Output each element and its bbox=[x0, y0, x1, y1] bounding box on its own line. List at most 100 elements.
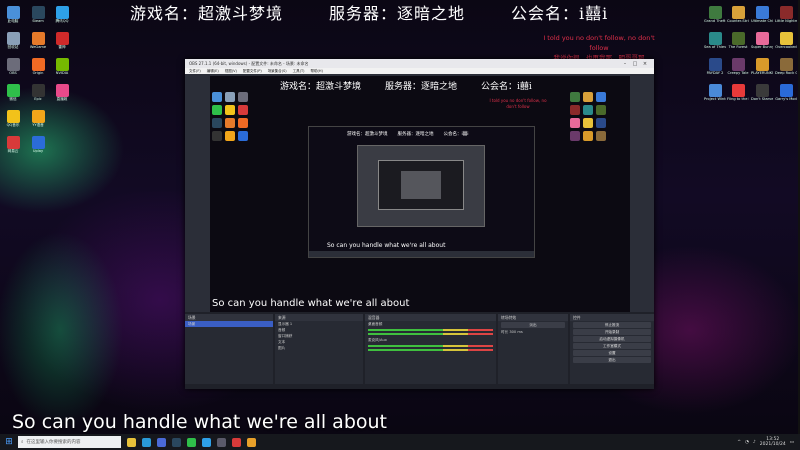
desktop-icon[interactable]: PLAYERUNKNOWN'S BATTLEGROUNDS bbox=[751, 58, 773, 80]
minimize-icon[interactable]: – bbox=[620, 61, 630, 67]
taskbar: ⊞ ⌕ 在这里输入你要搜索的内容 ^ ◔ ♪ 13:52 2021/10/24 … bbox=[0, 434, 800, 450]
desktop-icon[interactable]: 直播姬 bbox=[52, 84, 72, 106]
desktop-icon[interactable]: Steam bbox=[28, 6, 48, 28]
file-explorer-icon[interactable] bbox=[127, 437, 136, 447]
source-item[interactable]: 图片 bbox=[275, 345, 363, 351]
transition-duration[interactable]: 时长 300 ms bbox=[498, 329, 568, 335]
close-icon[interactable]: × bbox=[640, 61, 650, 67]
stream-overlay-title: 游戏名：超激斗梦境 服务器：逐暗之地 公会名：i囍i bbox=[130, 0, 608, 24]
desktop-icon[interactable]: Garry's Mod bbox=[775, 84, 797, 106]
desktop-icon[interactable]: 此电脑 bbox=[3, 6, 23, 28]
desktop-icon[interactable]: Don't Starve bbox=[751, 84, 773, 106]
maximize-icon[interactable]: □ bbox=[630, 61, 640, 67]
mixer-dock: 混音器 桌面音频 麦克风/Aux bbox=[365, 314, 496, 384]
desktop-icon-label: PLAYERUNKNOWN'S BATTLEGROUNDS bbox=[751, 71, 773, 75]
preview-icon bbox=[583, 118, 593, 128]
desktop-icon[interactable]: Uplay bbox=[28, 136, 48, 158]
store-icon[interactable] bbox=[157, 437, 166, 447]
app-icon bbox=[31, 6, 45, 19]
sources-dock: 来源 显示器 1 音频 窗口捕获 文本 图片 bbox=[275, 314, 363, 384]
app-icon bbox=[55, 6, 69, 19]
desktop-icon[interactable]: WeGame bbox=[28, 32, 48, 54]
desktop-icon[interactable]: Deep Rock Galactic bbox=[775, 58, 797, 80]
virtual-camera-button[interactable]: 启动虚拟摄像机 bbox=[573, 336, 651, 342]
desktop-icon-label: Counter-Strike bbox=[727, 19, 749, 23]
desktop-icon-label: 腾讯QQ bbox=[55, 19, 69, 23]
menu-item[interactable]: 场景集合(S) bbox=[268, 69, 287, 74]
desktop-icons-right: Grand Theft Auto V Sea of Thieves PAYDAY 2… bbox=[704, 6, 726, 106]
desktop-icon[interactable]: Epic bbox=[28, 84, 48, 106]
preview-icon bbox=[238, 118, 248, 128]
desktop-icon[interactable]: QQ音乐 bbox=[3, 110, 23, 132]
obs-preview[interactable]: 游戏名：超激斗梦境 服务器：逐暗之地 公会名：i囍i I told you no… bbox=[210, 76, 630, 312]
obs-icon[interactable] bbox=[217, 437, 226, 447]
desktop-icon[interactable]: The Forest bbox=[728, 32, 748, 54]
desktop-icon[interactable]: Little Nightmares bbox=[775, 6, 797, 28]
desktop-icon[interactable]: NVIDIA bbox=[52, 58, 72, 80]
exit-button[interactable]: 退出 bbox=[573, 357, 651, 363]
desktop-icon-label: Origin bbox=[32, 71, 44, 75]
chrome-icon[interactable] bbox=[247, 437, 256, 447]
desktop-icon[interactable]: Grand Theft Auto V bbox=[704, 6, 726, 28]
desktop-icon[interactable]: 回收站 bbox=[3, 32, 23, 54]
windows-start-icon[interactable]: ⊞ bbox=[0, 434, 18, 450]
desktop-icon-label: Grand Theft Auto V bbox=[704, 19, 726, 23]
preview-lyric: I told you no don't follow, no don't fol… bbox=[488, 98, 548, 110]
desktop-icon[interactable]: 网易云 bbox=[3, 136, 23, 158]
desktop-icon[interactable]: Fling to the Finish bbox=[727, 84, 749, 106]
desktop-icon[interactable]: Overcooked bbox=[775, 32, 797, 54]
desktop-icon[interactable]: Creepy Tale bbox=[728, 58, 748, 80]
steam-icon[interactable] bbox=[172, 437, 181, 447]
desktop-icon[interactable]: OBS bbox=[3, 58, 23, 80]
scene-item[interactable]: 场景 bbox=[185, 321, 273, 327]
desktop-icon[interactable]: Project Winter bbox=[704, 84, 726, 106]
app-icon bbox=[6, 136, 20, 149]
obs-titlebar[interactable]: OBS 27.1.1 (64-bit, windows) - 配置文件: 未命名… bbox=[185, 59, 654, 68]
menu-item[interactable]: 视图(V) bbox=[225, 69, 237, 74]
stop-streaming-button[interactable]: 停止推流 bbox=[573, 322, 651, 328]
desktop-icon-label: 回收站 bbox=[7, 45, 19, 49]
desktop-icon[interactable]: Ultimate Chicken bbox=[751, 6, 773, 28]
app-icon bbox=[31, 32, 45, 45]
desktop-icon[interactable]: 腾讯QQ bbox=[52, 6, 72, 28]
transitions-dock-title: 转场特效 bbox=[498, 314, 568, 321]
menu-item[interactable]: 文件(F) bbox=[189, 69, 201, 74]
desktop-icon-label: OBS bbox=[9, 71, 17, 75]
notification-icon[interactable]: ▭ bbox=[790, 440, 794, 445]
menu-item[interactable]: 工具(T) bbox=[293, 69, 305, 74]
app-icon bbox=[31, 58, 45, 71]
chevron-up-icon[interactable]: ^ bbox=[737, 440, 741, 445]
desktop-icon[interactable]: Super Bunny Man bbox=[751, 32, 773, 54]
app-icon bbox=[731, 84, 745, 97]
guild-text: 公会名：i囍i bbox=[511, 4, 609, 23]
transition-select[interactable]: 淡出 bbox=[501, 322, 565, 328]
edge-icon[interactable] bbox=[142, 437, 151, 447]
app-icon bbox=[708, 6, 722, 19]
desktop-icon[interactable]: YY语音 bbox=[28, 110, 48, 132]
preview-icon bbox=[583, 131, 593, 141]
start-recording-button[interactable]: 开始录制 bbox=[573, 329, 651, 335]
game-icon[interactable] bbox=[232, 437, 241, 447]
desktop-icon[interactable]: Sea of Thieves bbox=[704, 32, 726, 54]
menu-item[interactable]: 配置文件(P) bbox=[243, 69, 262, 74]
desktop-icons-right-3: Ultimate Chicken Super Bunny Man PLAYERUNK… bbox=[751, 6, 773, 106]
desktop-icon[interactable]: 微信 bbox=[3, 84, 23, 106]
taskbar-clock[interactable]: 13:52 2021/10/24 bbox=[760, 437, 786, 447]
desktop-icon[interactable]: PAYDAY 2 bbox=[705, 58, 725, 80]
obs-window[interactable]: OBS 27.1.1 (64-bit, windows) - 配置文件: 未命名… bbox=[185, 59, 654, 389]
desktop-icon[interactable]: Counter-Strike bbox=[727, 6, 749, 28]
nested-game-name: 游戏名：超激斗梦境 bbox=[347, 132, 388, 137]
taskbar-search[interactable]: ⌕ 在这里输入你要搜索的内容 bbox=[18, 436, 121, 448]
studio-mode-button[interactable]: 工作室模式 bbox=[573, 343, 651, 349]
app-icon bbox=[6, 110, 20, 123]
wechat-icon[interactable] bbox=[187, 437, 196, 447]
desktop-icon[interactable]: 雷神 bbox=[52, 32, 72, 54]
volume-icon[interactable]: ♪ bbox=[753, 440, 756, 445]
menu-item[interactable]: 帮助(H) bbox=[311, 69, 323, 74]
desktop-icon[interactable]: Origin bbox=[28, 58, 48, 80]
qq-icon[interactable] bbox=[202, 437, 211, 447]
app-icon bbox=[755, 58, 769, 71]
menu-item[interactable]: 编辑(E) bbox=[207, 69, 219, 74]
settings-button[interactable]: 设置 bbox=[573, 350, 651, 356]
network-icon[interactable]: ◔ bbox=[745, 440, 749, 445]
